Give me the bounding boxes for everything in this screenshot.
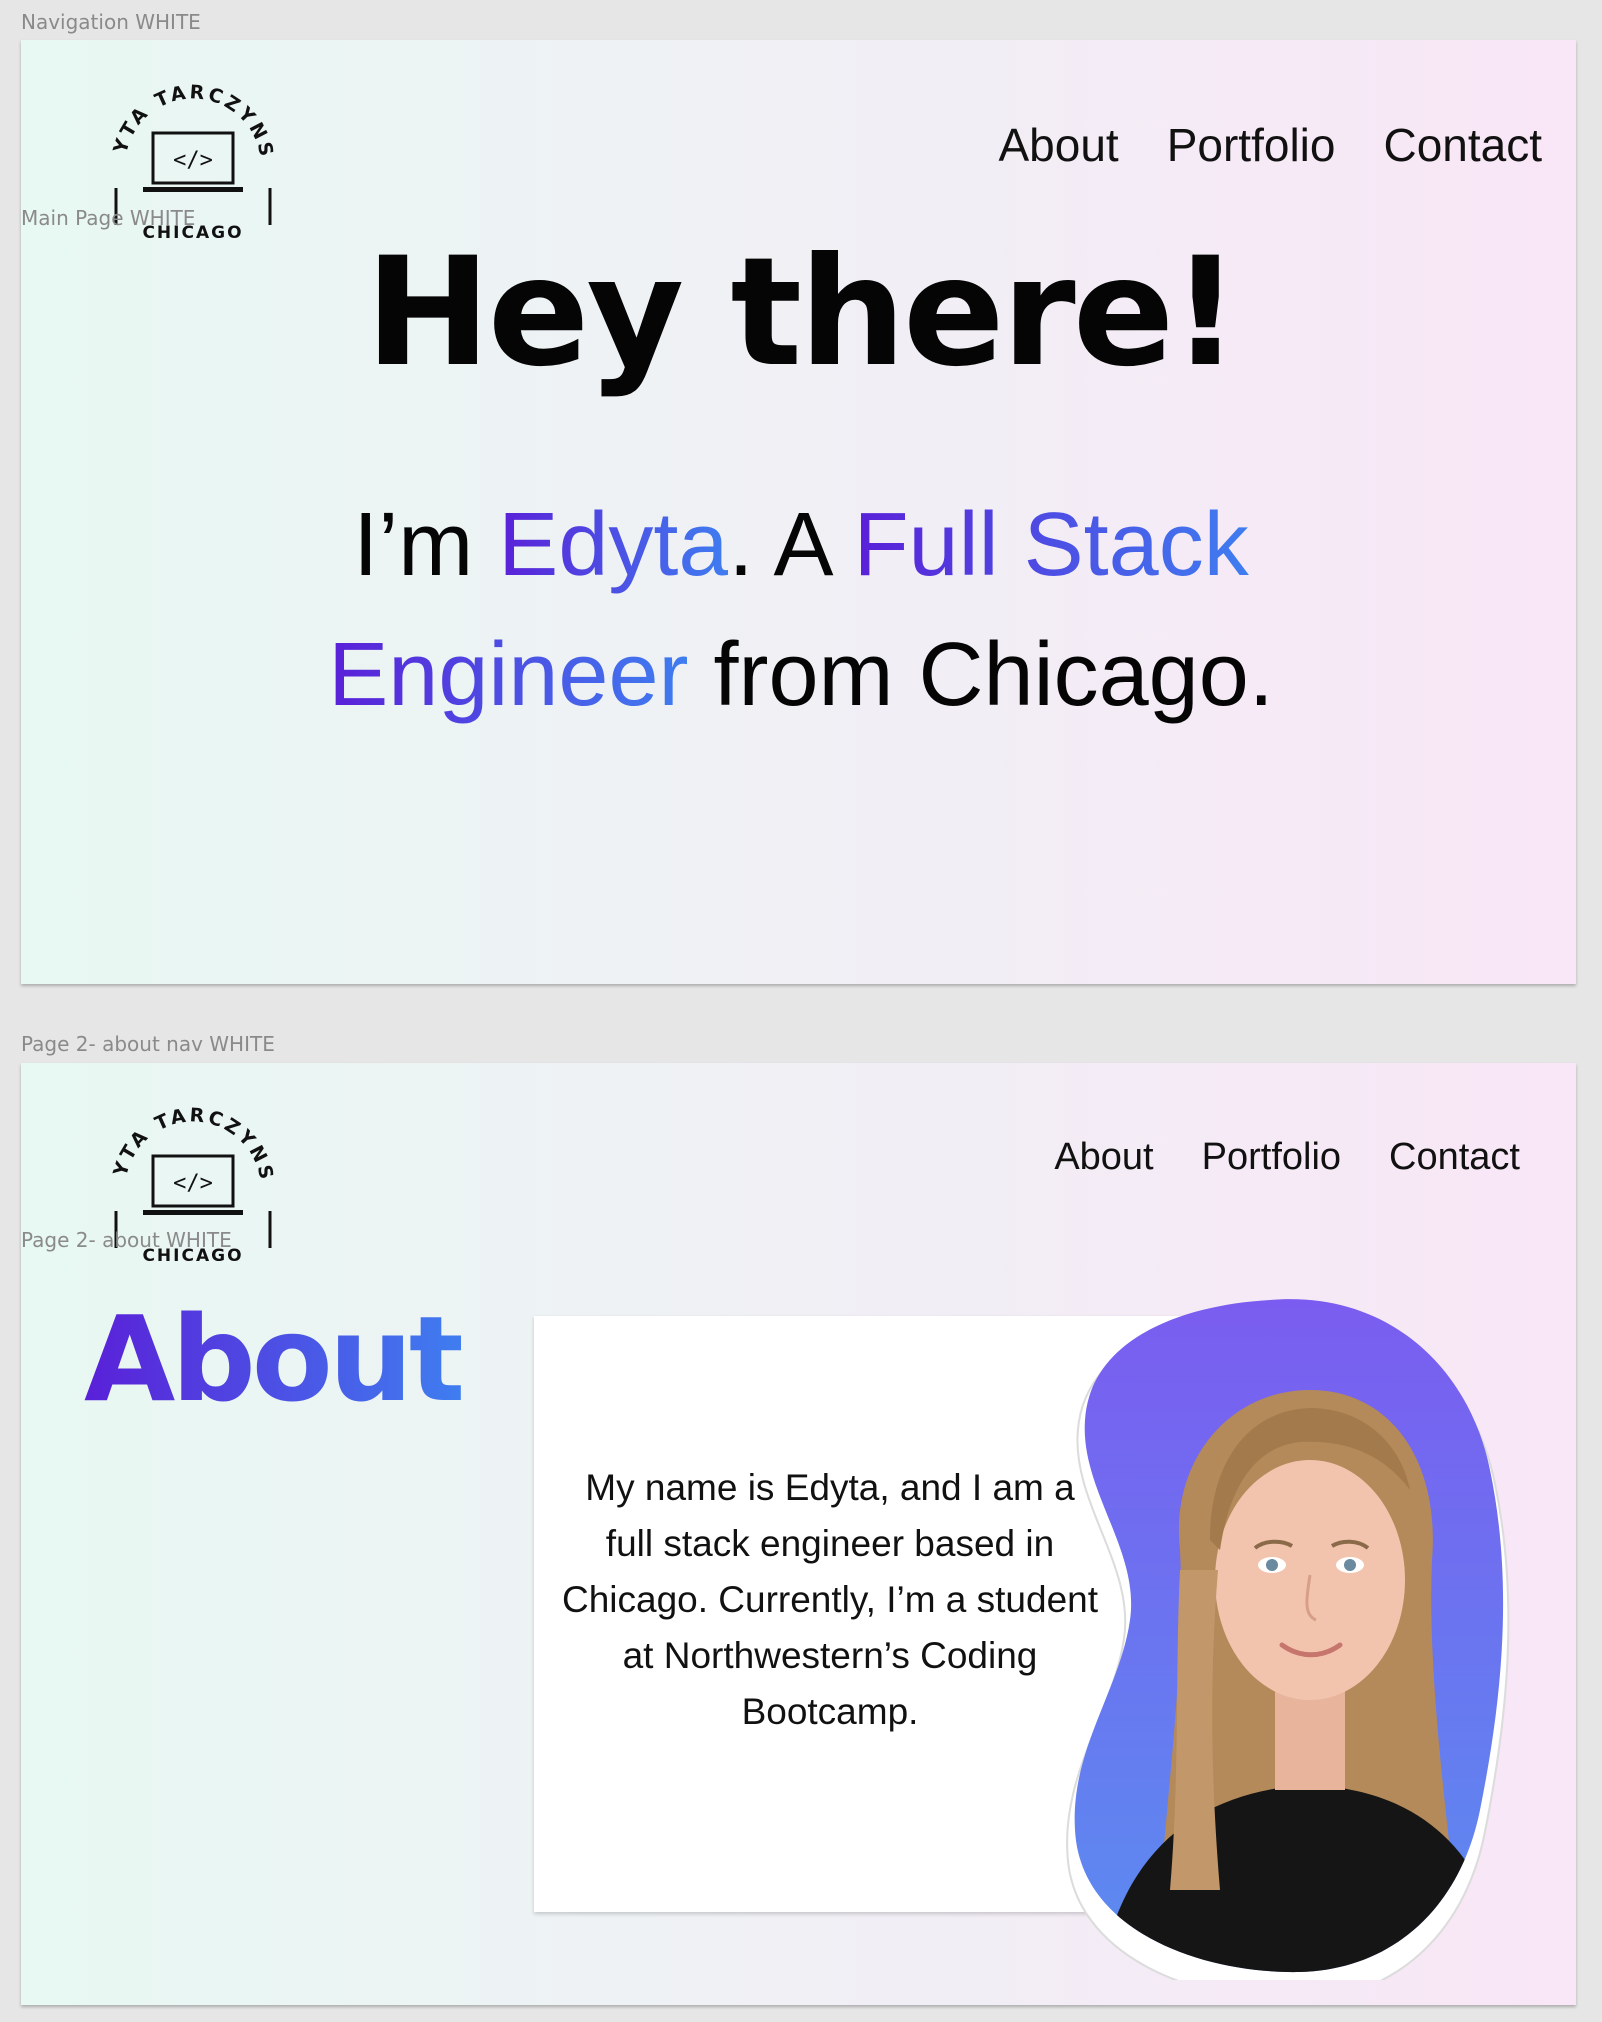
frame-label-about: Page 2- about WHITE: [21, 1228, 232, 1252]
nav-about[interactable]: About: [999, 118, 1119, 172]
about-nav: About Portfolio Contact: [1054, 1136, 1520, 1179]
logo-arc-text: EDYTA TARCZYNSKI: [89, 1066, 275, 1184]
hero-subtitle: I’m Edyta. A Full Stack Engineer from Ch…: [200, 480, 1402, 740]
svg-text:EDYTA TARCZYNSKI: EDYTA TARCZYNSKI: [89, 43, 278, 161]
frame-label-about-nav: Page 2- about nav WHITE: [21, 1032, 275, 1056]
top-nav: About Portfolio Contact: [999, 118, 1543, 172]
hero-title: Hey there!: [365, 226, 1240, 400]
hero-after-name: . A: [728, 495, 829, 595]
nav-portfolio[interactable]: Portfolio: [1167, 118, 1336, 172]
frame-label-navigation: Navigation WHITE: [21, 10, 201, 34]
hero-location: from Chicago.: [713, 625, 1274, 725]
nav-portfolio[interactable]: Portfolio: [1202, 1136, 1341, 1179]
portrait-photo-icon: [1066, 1299, 1510, 2002]
nav-contact[interactable]: Contact: [1383, 118, 1542, 172]
nav-contact[interactable]: Contact: [1389, 1136, 1520, 1179]
logo-arc-text: EDYTA TARCZYNSKI: [89, 43, 275, 161]
about-body: My name is Edyta, and I am a full stack …: [561, 1467, 1099, 1732]
svg-text:EDYTA TARCZYNSKI: EDYTA TARCZYNSKI: [89, 1066, 278, 1184]
hero-im: I’m: [353, 495, 474, 595]
nav-about[interactable]: About: [1054, 1136, 1153, 1179]
logo-code-symbol: </>: [173, 148, 213, 173]
portrait-photo: [1060, 1290, 1510, 2002]
hero-name: Edyta: [498, 495, 729, 595]
hero-role-line1: Full Stack: [853, 495, 1249, 595]
about-title: About: [84, 1290, 465, 1428]
logo-code-symbol: </>: [173, 1171, 213, 1196]
hero-role-line2: Engineer: [328, 625, 689, 725]
